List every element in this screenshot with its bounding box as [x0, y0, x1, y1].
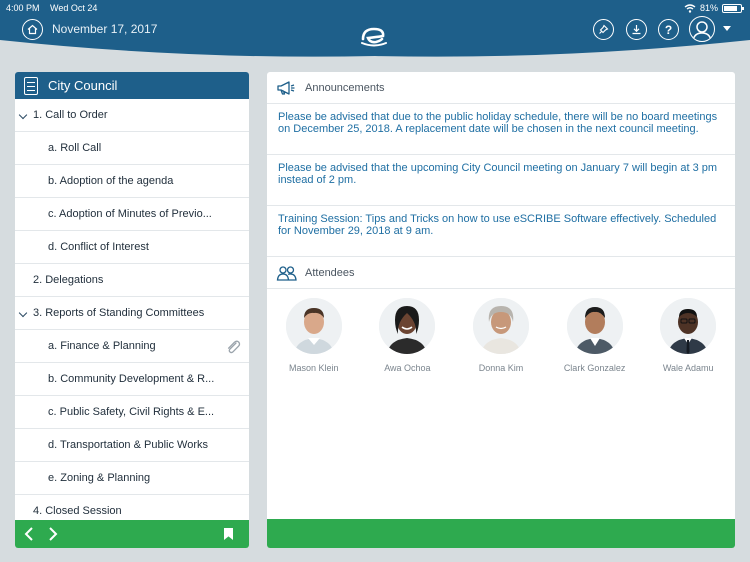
- attendee-card[interactable]: Awa Ochoa: [361, 298, 455, 373]
- attendee-card[interactable]: Donna Kim: [454, 298, 548, 373]
- agenda-item-conflict-interest[interactable]: d. Conflict of Interest: [15, 231, 249, 264]
- status-day: Wed Oct 24: [50, 3, 98, 13]
- attendee-name: Mason Klein: [289, 363, 339, 373]
- home-icon: [27, 24, 38, 35]
- agenda-item-transportation[interactable]: d. Transportation & Public Works: [15, 429, 249, 462]
- megaphone-icon: [277, 80, 295, 95]
- status-time: 4:00 PM: [6, 3, 40, 13]
- agenda-item-label: b. Adoption of the agenda: [48, 175, 174, 187]
- download-icon: [632, 25, 641, 35]
- agenda-item-label: a. Finance & Planning: [48, 340, 156, 352]
- attendee-photo: [566, 298, 623, 354]
- agenda-item-label: a. Roll Call: [48, 142, 102, 154]
- escribe-logo-icon: [361, 27, 387, 47]
- agenda-panel: City Council 1. Call to Order a. Roll Ca…: [15, 72, 249, 548]
- agenda-item-finance-planning[interactable]: a. Finance & Planning: [15, 330, 249, 363]
- agenda-list: 1. Call to Order a. Roll Call b. Adoptio…: [15, 99, 249, 528]
- attendee-photo: [472, 298, 529, 354]
- user-avatar-button[interactable]: [689, 16, 715, 42]
- agenda-header[interactable]: City Council: [15, 72, 249, 99]
- attendees-header: Attendees: [267, 257, 735, 289]
- agenda-item-label: 2. Delegations: [33, 274, 104, 286]
- announcements-title: Announcements: [305, 81, 385, 94]
- attendee-name: Wale Adamu: [662, 363, 714, 373]
- attendee-name: Clark Gonzalez: [563, 363, 626, 373]
- agenda-item-label: d. Transportation & Public Works: [48, 439, 208, 451]
- agenda-item-call-to-order[interactable]: 1. Call to Order: [15, 99, 249, 132]
- agenda-item-zoning-planning[interactable]: e. Zoning & Planning: [15, 462, 249, 495]
- agenda-item-delegations[interactable]: 2. Delegations: [15, 264, 249, 297]
- attendee-card[interactable]: Clark Gonzalez: [548, 298, 642, 373]
- attendee-card[interactable]: Wale Adamu: [641, 298, 735, 373]
- bookmark-icon[interactable]: [224, 528, 233, 540]
- help-button[interactable]: ?: [658, 19, 679, 40]
- agenda-item-label: e. Zoning & Planning: [48, 472, 151, 484]
- meeting-date: November 17, 2017: [52, 22, 158, 36]
- agenda-title: City Council: [48, 78, 118, 93]
- next-arrow-icon[interactable]: [46, 526, 60, 542]
- announcement-item[interactable]: Please be advised that the upcoming City…: [267, 155, 735, 206]
- announcement-item[interactable]: Please be advised that due to the public…: [267, 104, 735, 155]
- people-icon: [276, 265, 297, 281]
- attendee-photo: [285, 298, 342, 354]
- chevron-down-icon[interactable]: [18, 110, 28, 120]
- attendee-photo: [379, 298, 436, 354]
- paperclip-icon[interactable]: [225, 339, 241, 355]
- attendees-list: Mason Klein Awa Ochoa Donna Kim Clark Go…: [267, 289, 735, 373]
- agenda-item-adoption-minutes[interactable]: c. Adoption of Minutes of Previo...: [15, 198, 249, 231]
- agenda-item-label: b. Community Development & R...: [48, 373, 215, 385]
- home-button[interactable]: [22, 19, 43, 40]
- agenda-footer: [15, 520, 249, 548]
- pin-icon: [599, 24, 609, 34]
- battery-icon: [722, 3, 744, 13]
- agenda-item-label: c. Public Safety, Civil Rights & E...: [48, 406, 215, 418]
- announcements-header: Announcements: [267, 72, 735, 104]
- agenda-item-public-safety[interactable]: c. Public Safety, Civil Rights & E...: [15, 396, 249, 429]
- attendee-name: Donna Kim: [478, 363, 524, 373]
- account-menu-caret-icon[interactable]: [723, 26, 731, 31]
- document-icon: [24, 76, 38, 95]
- agenda-item-label: 3. Reports of Standing Committees: [33, 307, 205, 319]
- chevron-down-icon[interactable]: [18, 308, 28, 318]
- agenda-item-label: 1. Call to Order: [33, 109, 108, 121]
- status-bar: 4:00 PM Wed Oct 24 81%: [6, 2, 744, 14]
- agenda-item-reports-committees[interactable]: 3. Reports of Standing Committees: [15, 297, 249, 330]
- attendee-card[interactable]: Mason Klein: [267, 298, 361, 373]
- app-header: 4:00 PM Wed Oct 24 81% November 17, 2017: [0, 0, 750, 62]
- details-footer: [267, 519, 735, 548]
- question-mark-icon: ?: [664, 22, 673, 37]
- attendees-title: Attendees: [305, 266, 355, 279]
- download-button[interactable]: [626, 19, 647, 40]
- agenda-item-label: 4. Closed Session: [33, 505, 122, 517]
- agenda-item-community-development[interactable]: b. Community Development & R...: [15, 363, 249, 396]
- announcement-item[interactable]: Training Session: Tips and Tricks on how…: [267, 206, 735, 257]
- agenda-item-label: d. Conflict of Interest: [48, 241, 149, 253]
- meeting-details-panel: Announcements Please be advised that due…: [267, 72, 735, 548]
- previous-arrow-icon[interactable]: [22, 526, 36, 542]
- battery-percent: 81%: [699, 3, 718, 13]
- agenda-item-label: c. Adoption of Minutes of Previo...: [48, 208, 212, 220]
- pin-button[interactable]: [593, 19, 614, 40]
- attendee-photo: [660, 298, 717, 354]
- attendee-name: Awa Ochoa: [384, 363, 431, 373]
- agenda-item-adoption-agenda[interactable]: b. Adoption of the agenda: [15, 165, 249, 198]
- agenda-item-roll-call[interactable]: a. Roll Call: [15, 132, 249, 165]
- wifi-icon: [684, 3, 696, 13]
